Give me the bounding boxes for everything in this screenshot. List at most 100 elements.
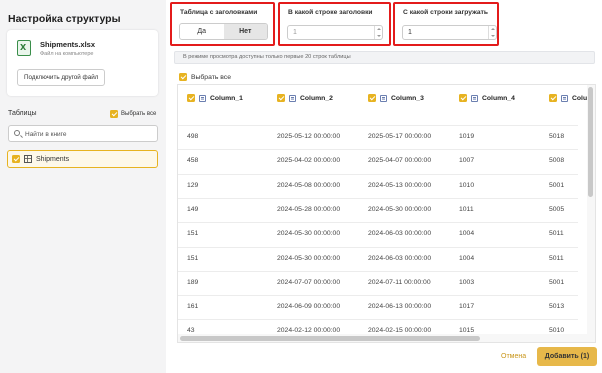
add-button[interactable]: Добавить (1) <box>537 347 597 366</box>
column-header[interactable]: Column_1 <box>187 94 243 102</box>
table-cell: 2024-06-03 00:00:00 <box>368 254 432 262</box>
sidebar-item-shipments[interactable]: Shipments <box>7 150 158 168</box>
table-cell: 1004 <box>459 254 475 262</box>
table-cell: 2025-04-07 00:00:00 <box>368 157 432 165</box>
table-cell: 151 <box>187 230 199 238</box>
table-cell: 2025-05-12 00:00:00 <box>277 133 341 140</box>
column-header-label: Column_4 <box>482 94 515 102</box>
table-cell: 2025-05-17 00:00:00 <box>368 133 432 140</box>
table-cell: 2024-05-30 00:00:00 <box>277 254 341 262</box>
headers-option: Таблица с заголовками Да Нет <box>170 2 275 46</box>
text-type-icon[interactable] <box>199 94 206 102</box>
table-cell: 2024-06-09 00:00:00 <box>277 303 341 311</box>
header-row-option: В какой строке заголовки 1 <box>278 2 391 46</box>
table-cell: 2024-06-13 00:00:00 <box>368 303 432 311</box>
column-header[interactable]: Column_4 <box>459 94 515 102</box>
checkbox-checked-icon[interactable] <box>277 94 285 102</box>
text-type-icon[interactable] <box>289 94 296 102</box>
chevron-down-icon[interactable] <box>491 35 495 37</box>
column-header[interactable]: Colu <box>549 94 587 102</box>
table-row: 458 2025-04-02 00:00:00 2025-04-07 00:00:0… <box>178 149 578 171</box>
file-source: Файл на компьютере <box>40 51 94 57</box>
column-header-label: Colu <box>572 94 588 102</box>
scrollbar-thumb[interactable] <box>588 87 593 197</box>
table-cell: 5005 <box>549 205 565 213</box>
checkbox-checked-icon[interactable] <box>187 94 195 102</box>
select-all-columns[interactable]: Выбрать все <box>179 73 231 81</box>
table-row: 129 2024-05-08 00:00:00 2024-05-13 00:00:0… <box>178 173 578 196</box>
table-cell: 1011 <box>459 205 474 213</box>
tables-heading: Таблицы <box>8 110 37 117</box>
start-row-input[interactable]: 1 <box>402 25 497 40</box>
table-cell: 151 <box>187 254 199 262</box>
toggle-no[interactable]: Нет <box>223 24 267 39</box>
table-row: 189 2024-07-07 00:00:00 2024-07-11 00:00:0… <box>178 270 578 293</box>
table-cell: 1007 <box>459 157 475 165</box>
header-row-input[interactable]: 1 <box>287 25 383 40</box>
column-header-label: Column_3 <box>391 94 424 102</box>
column-header[interactable]: Column_3 <box>368 94 424 102</box>
column-header[interactable]: Column_2 <box>277 94 333 102</box>
table-cell: 1019 <box>459 133 475 140</box>
number-stepper[interactable] <box>374 26 382 39</box>
table-row: 149 2024-05-28 00:00:00 2024-05-30 00:00:0… <box>178 197 578 220</box>
chevron-up-icon[interactable] <box>377 28 381 30</box>
select-all-label: Выбрать все <box>121 111 157 117</box>
table-cell: 1010 <box>459 181 475 189</box>
chevron-down-icon[interactable] <box>377 35 381 37</box>
connect-other-file-button[interactable]: Подключить другой файл <box>17 69 106 86</box>
preview-table: Column_1 Column_2 Column_3 Column_4 Colu… <box>177 84 596 343</box>
scrollbar-thumb[interactable] <box>180 335 480 341</box>
excel-file-icon <box>17 40 31 56</box>
column-header-label: Column_2 <box>300 94 333 102</box>
search-box[interactable] <box>8 125 158 142</box>
main-panel: Таблица с заголовками Да Нет В какой стр… <box>166 0 602 373</box>
text-type-icon[interactable] <box>380 94 387 102</box>
text-type-icon[interactable] <box>471 94 478 102</box>
page-title: Настройка структуры <box>8 13 121 25</box>
table-cell: 149 <box>187 205 199 213</box>
table-cell: 1017 <box>459 303 475 311</box>
toggle-yes[interactable]: Да <box>180 24 224 39</box>
table-cell: 161 <box>187 303 199 311</box>
headers-toggle: Да Нет <box>179 23 268 40</box>
table-cell: 2024-05-30 00:00:00 <box>277 230 341 238</box>
select-all-tables[interactable]: Выбрать все <box>110 110 156 118</box>
table-cell: 2024-05-13 00:00:00 <box>368 181 432 189</box>
horizontal-scrollbar[interactable] <box>178 334 589 342</box>
checkbox-checked-icon[interactable] <box>110 110 118 118</box>
table-cell: 1004 <box>459 230 475 238</box>
text-type-icon[interactable] <box>561 94 568 102</box>
header-row-label: В какой строке заголовки <box>288 9 373 16</box>
header-row-value: 1 <box>293 29 297 36</box>
search-input[interactable] <box>25 129 153 139</box>
start-row-value: 1 <box>408 29 412 36</box>
search-icon <box>14 130 20 136</box>
checkbox-checked-icon[interactable] <box>12 155 20 163</box>
table-cell: 5001 <box>549 181 565 189</box>
vertical-scrollbar[interactable] <box>587 85 595 342</box>
table-cell: 2024-07-07 00:00:00 <box>277 278 341 286</box>
table-cell: 2024-05-28 00:00:00 <box>277 205 341 213</box>
table-row: 498 2025-05-12 00:00:00 2025-05-17 00:00:0… <box>178 125 578 147</box>
table-cell: 5018 <box>549 133 565 140</box>
table-row: 151 2024-05-30 00:00:00 2024-06-03 00:00:0… <box>178 222 578 244</box>
select-all-columns-label: Выбрать все <box>191 73 231 81</box>
table-cell: 1003 <box>459 278 475 286</box>
cancel-button[interactable]: Отмена <box>501 353 526 360</box>
table-grid-icon <box>24 155 32 163</box>
table-cell: 189 <box>187 278 199 286</box>
table-cell: 5001 <box>549 278 565 286</box>
number-stepper[interactable] <box>488 26 496 39</box>
checkbox-checked-icon[interactable] <box>179 73 187 81</box>
table-cell: 458 <box>187 157 199 165</box>
checkbox-checked-icon[interactable] <box>549 94 557 102</box>
checkbox-checked-icon[interactable] <box>368 94 376 102</box>
checkbox-checked-icon[interactable] <box>459 94 467 102</box>
table-cell: 5013 <box>549 303 565 311</box>
table-cell: 5008 <box>549 157 565 165</box>
headers-option-label: Таблица с заголовками <box>180 9 258 16</box>
file-name: Shipments.xlsx <box>40 40 96 49</box>
chevron-up-icon[interactable] <box>491 28 495 30</box>
column-header-label: Column_1 <box>210 94 243 102</box>
